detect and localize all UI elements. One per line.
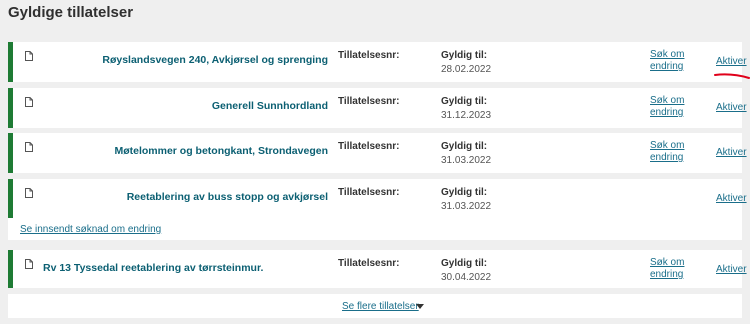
- permit-card: Generell Sunnhordland Tillatelsesnr: Gyl…: [8, 88, 747, 128]
- document-icon: [25, 188, 33, 198]
- valid-to-label: Gyldig til:: [441, 50, 488, 61]
- permit-card: Rv 13 Tyssedal reetablering av tørrstein…: [8, 250, 747, 288]
- valid-to-label: Gyldig til:: [441, 141, 488, 152]
- permit-number-label: Tillatelsesnr:: [338, 96, 400, 107]
- permit-card: Røyslandsvegen 240, Avkjørsel og sprengi…: [8, 42, 750, 82]
- permit-number-label: Tillatelsesnr:: [338, 50, 400, 61]
- document-icon: [25, 259, 33, 269]
- document-icon: [25, 97, 33, 107]
- permit-title[interactable]: Røyslandsvegen 240, Avkjørsel og sprengi…: [102, 54, 328, 66]
- permit-title[interactable]: Rv 13 Tyssedal reetablering av tørrstein…: [43, 262, 263, 274]
- permit-number-label: Tillatelsesnr:: [338, 187, 400, 198]
- permit-title[interactable]: Møtelommer og betongkant, Strondavegen: [114, 145, 328, 157]
- request-change-link[interactable]: Søk om endring: [650, 257, 690, 281]
- request-change-link[interactable]: Søk om endring: [650, 49, 690, 73]
- document-icon: [25, 51, 33, 61]
- request-change-link[interactable]: Søk om endring: [650, 140, 690, 164]
- document-icon: [25, 142, 33, 152]
- valid-to-date: 31.03.2022: [441, 155, 492, 166]
- activate-link[interactable]: Aktiver: [716, 147, 747, 158]
- activate-link[interactable]: Aktiver: [716, 193, 747, 204]
- permit-title[interactable]: Reetablering av buss stopp og avkjørsel: [127, 191, 328, 203]
- annotation-underline-mark: [714, 67, 750, 85]
- activate-link[interactable]: Aktiver: [716, 264, 747, 275]
- request-change-link[interactable]: Søk om endring: [650, 95, 690, 119]
- valid-to-date: 31.03.2022: [441, 201, 492, 212]
- permit-number-label: Tillatelsesnr:: [338, 258, 400, 269]
- valid-to-date: 31.12.2023: [441, 110, 492, 121]
- valid-to-label: Gyldig til:: [441, 187, 488, 198]
- permit-number-label: Tillatelsesnr:: [338, 141, 400, 152]
- permit-title[interactable]: Generell Sunnhordland: [212, 100, 328, 112]
- valid-to-label: Gyldig til:: [441, 258, 488, 269]
- valid-to-label: Gyldig til:: [441, 96, 488, 107]
- show-more-row: Se flere tillatelser: [8, 294, 742, 318]
- valid-to-date: 28.02.2022: [441, 64, 492, 75]
- activate-link[interactable]: Aktiver: [716, 56, 747, 67]
- permit-card: Reetablering av buss stopp og avkjørsel …: [8, 179, 747, 218]
- caret-down-icon[interactable]: [416, 304, 424, 309]
- submitted-change-row: Se innsendt søknad om endring: [8, 218, 742, 240]
- submitted-change-link[interactable]: Se innsendt søknad om endring: [20, 224, 161, 235]
- page-title: Gyldige tillatelser: [8, 4, 134, 21]
- activate-link[interactable]: Aktiver: [716, 102, 747, 113]
- show-more-link[interactable]: Se flere tillatelser: [342, 301, 419, 312]
- valid-to-date: 30.04.2022: [441, 272, 492, 283]
- permit-card: Møtelommer og betongkant, Strondavegen T…: [8, 133, 747, 173]
